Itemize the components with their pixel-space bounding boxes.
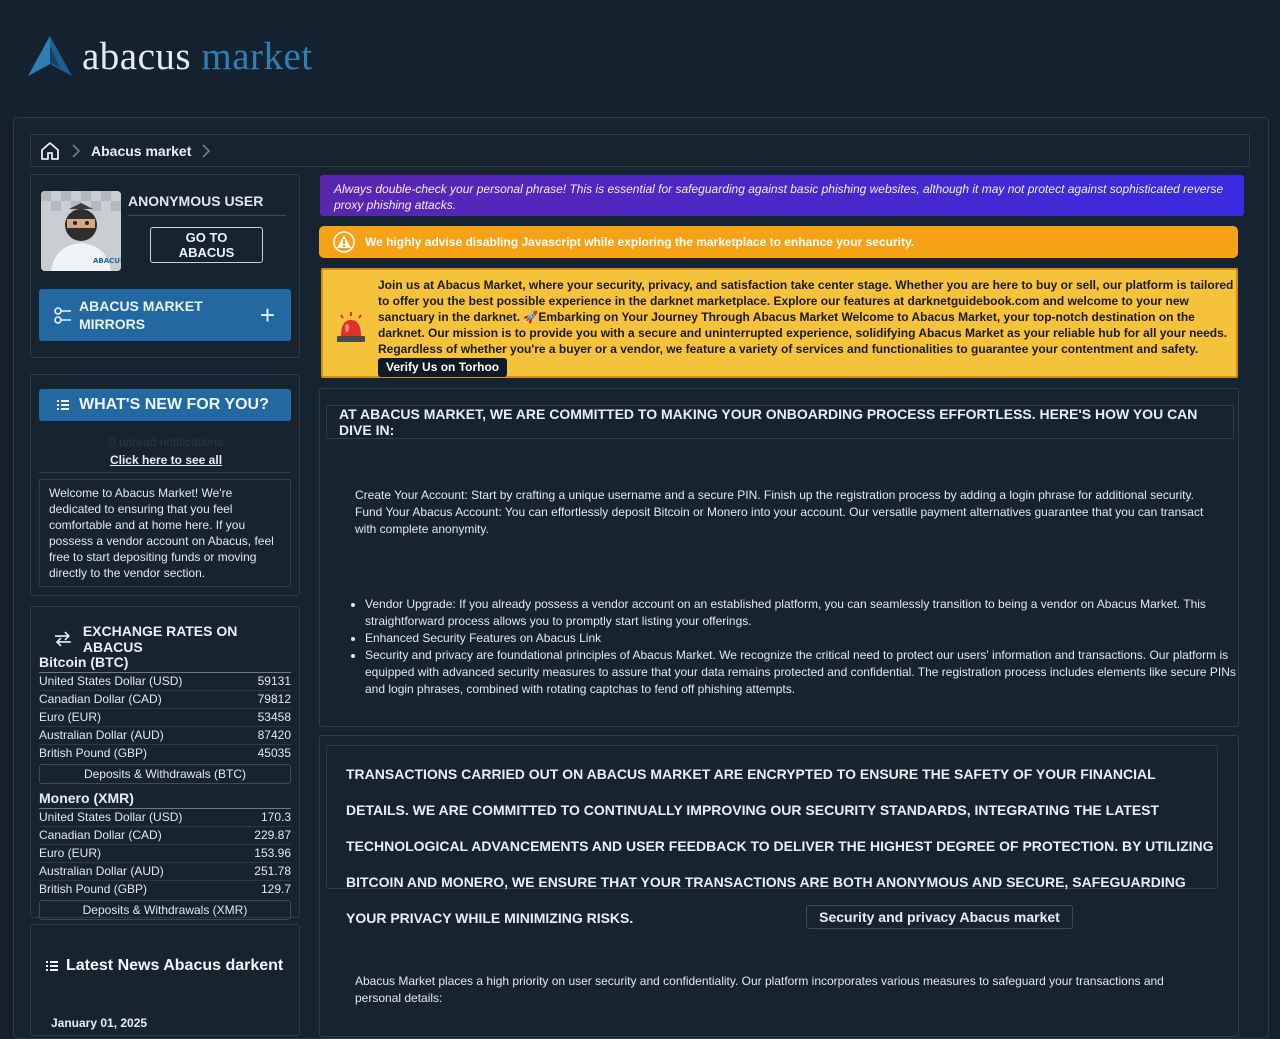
xmr-name: Monero (XMR) — [39, 790, 291, 809]
welcome-notice-body: Join us at Abacus Market, where your sec… — [378, 278, 1234, 356]
javascript-warning-text: We highly advise disabling Javascript wh… — [365, 235, 915, 249]
security-paragraph: Abacus Market places a high priority on … — [355, 974, 1164, 1005]
rate-label: United States Dollar (USD) — [39, 810, 183, 824]
rate-row: Australian Dollar (AUD) 87420 — [39, 727, 291, 745]
rate-row: Euro (EUR) 153.96 — [39, 845, 291, 863]
rate-row: Canadian Dollar (CAD) 79812 — [39, 691, 291, 709]
mirrors-accordion[interactable]: ABACUS MARKET MIRRORS + — [39, 289, 291, 341]
btc-name: Bitcoin (BTC) — [39, 654, 291, 673]
chevron-right-icon — [201, 143, 211, 158]
plus-icon: + — [259, 300, 275, 330]
chevron-right-icon — [71, 143, 81, 158]
rate-row: Euro (EUR) 53458 — [39, 709, 291, 727]
rate-value: 59131 — [257, 674, 291, 688]
mirrors-label: ABACUS MARKET MIRRORS — [79, 298, 203, 332]
whats-new-panel: WHAT'S NEW FOR YOU? 0 unread notificatio… — [30, 374, 300, 596]
rate-label: Canadian Dollar (CAD) — [39, 692, 162, 706]
user-name: ANONYMOUS USER — [128, 193, 286, 216]
rate-row: British Pound (GBP) 45035 — [39, 745, 291, 762]
rate-value: 153.96 — [254, 846, 291, 860]
phishing-notice: Always double-check your personal phrase… — [320, 175, 1244, 216]
rate-value: 79812 — [257, 692, 291, 706]
news-date: January 01, 2025 — [51, 1016, 148, 1030]
whats-new-header: WHAT'S NEW FOR YOU? — [39, 389, 291, 421]
rate-value: 129.7 — [260, 882, 291, 896]
user-panel: ABACUS ANONYMOUS USER GO TO ABACUS ABACU… — [30, 174, 300, 358]
welcome-notice: Join us at Abacus Market, where your sec… — [321, 268, 1238, 378]
exchange-rates-panel: EXCHANGE RATES ON ABACUS Bitcoin (BTC) U… — [30, 606, 300, 920]
list-item: Vendor Upgrade: If you already possess a… — [365, 596, 1243, 630]
list-item: Security and privacy are foundational pr… — [365, 647, 1243, 698]
siren-icon — [335, 310, 367, 347]
divider — [39, 472, 291, 473]
news-title-text: Latest News Abacus darkent — [66, 957, 284, 974]
rate-label: Australian Dollar (AUD) — [39, 864, 164, 878]
rate-value: 251.78 — [254, 864, 291, 878]
javascript-warning: We highly advise disabling Javascript wh… — [319, 226, 1238, 258]
home-icon[interactable] — [39, 140, 61, 162]
mirror-link-icon — [53, 305, 73, 325]
rate-row: Australian Dollar (AUD) 251.78 — [39, 863, 291, 881]
exchange-icon — [54, 631, 71, 647]
see-all-link[interactable]: Click here to see all — [31, 453, 301, 467]
site-header: abacus market — [0, 0, 1280, 116]
rate-label: Euro (EUR) — [39, 710, 102, 724]
warning-icon — [333, 231, 355, 253]
rate-label: Australian Dollar (AUD) — [39, 728, 164, 742]
security-privacy-pill: Security and privacy Abacus market — [806, 905, 1073, 929]
breadcrumb-item-abacus-market[interactable]: Abacus market — [91, 143, 191, 159]
rate-value: 229.87 — [254, 828, 291, 842]
rate-row: United States Dollar (USD) 59131 — [39, 673, 291, 691]
rate-row: British Pound (GBP) 129.7 — [39, 881, 291, 898]
news-title: Latest News Abacus darkent — [46, 957, 283, 975]
xmr-deposits-button[interactable]: Deposits & Withdrawals (XMR) — [39, 900, 291, 920]
rate-row: United States Dollar (USD) 170.3 — [39, 809, 291, 827]
transactions-panel: TRANSACTIONS CARRIED OUT ON ABACUS MARKE… — [319, 735, 1239, 1037]
avatar: ABACUS — [41, 191, 121, 271]
onboarding-paragraph: Create Your Account: Start by crafting a… — [355, 488, 1204, 536]
rate-label: Canadian Dollar (CAD) — [39, 828, 162, 842]
abacus-logo-icon — [28, 36, 72, 76]
latest-news-panel: Latest News Abacus darkent January 01, 2… — [30, 924, 300, 1036]
onboarding-heading: AT ABACUS MARKET, WE ARE COMMITTED TO MA… — [326, 405, 1234, 439]
rate-label: British Pound (GBP) — [39, 746, 148, 760]
whats-new-title: WHAT'S NEW FOR YOU? — [79, 396, 269, 413]
list-icon — [57, 399, 69, 411]
verify-torhoo-button[interactable]: Verify Us on Torhoo — [378, 358, 508, 377]
rate-value: 87420 — [257, 728, 291, 742]
list-icon — [46, 961, 58, 971]
breadcrumb: Abacus market — [30, 134, 1250, 167]
rate-value: 53458 — [257, 710, 291, 724]
rate-label: British Pound (GBP) — [39, 882, 148, 896]
rate-label: United States Dollar (USD) — [39, 674, 183, 688]
onboarding-panel: AT ABACUS MARKET, WE ARE COMMITTED TO MA… — [319, 388, 1239, 727]
rate-label: Euro (EUR) — [39, 846, 102, 860]
rate-value: 170.3 — [260, 810, 291, 824]
onboarding-list: Vendor Upgrade: If you already possess a… — [355, 596, 1243, 698]
brand-word-2: market — [201, 34, 313, 78]
rate-value: 45035 — [257, 746, 291, 760]
exchange-title: EXCHANGE RATES ON ABACUS — [53, 623, 299, 655]
rate-row: Canadian Dollar (CAD) 229.87 — [39, 827, 291, 845]
list-item: Enhanced Security Features on Abacus Lin… — [365, 630, 1243, 647]
site-title: abacus market — [82, 37, 313, 76]
xmr-rates: Monero (XMR) United States Dollar (USD) 1… — [39, 790, 291, 920]
brand-word-1: abacus — [82, 34, 192, 78]
transactions-heading: TRANSACTIONS CARRIED OUT ON ABACUS MARKE… — [326, 745, 1218, 926]
svg-text:ABACUS: ABACUS — [93, 257, 121, 265]
exchange-title-text: EXCHANGE RATES ON ABACUS — [82, 623, 238, 655]
unread-notifications: 0 unread notifications — [108, 435, 224, 449]
go-to-abacus-button[interactable]: GO TO ABACUS — [150, 227, 263, 263]
welcome-message: Welcome to Abacus Market! We're dedicate… — [39, 479, 291, 587]
btc-deposits-button[interactable]: Deposits & Withdrawals (BTC) — [39, 764, 291, 784]
btc-rates: Bitcoin (BTC) United States Dollar (USD)… — [39, 654, 291, 784]
site-logo[interactable]: abacus market — [28, 34, 313, 78]
welcome-notice-text: Join us at Abacus Market, where your sec… — [378, 277, 1234, 377]
